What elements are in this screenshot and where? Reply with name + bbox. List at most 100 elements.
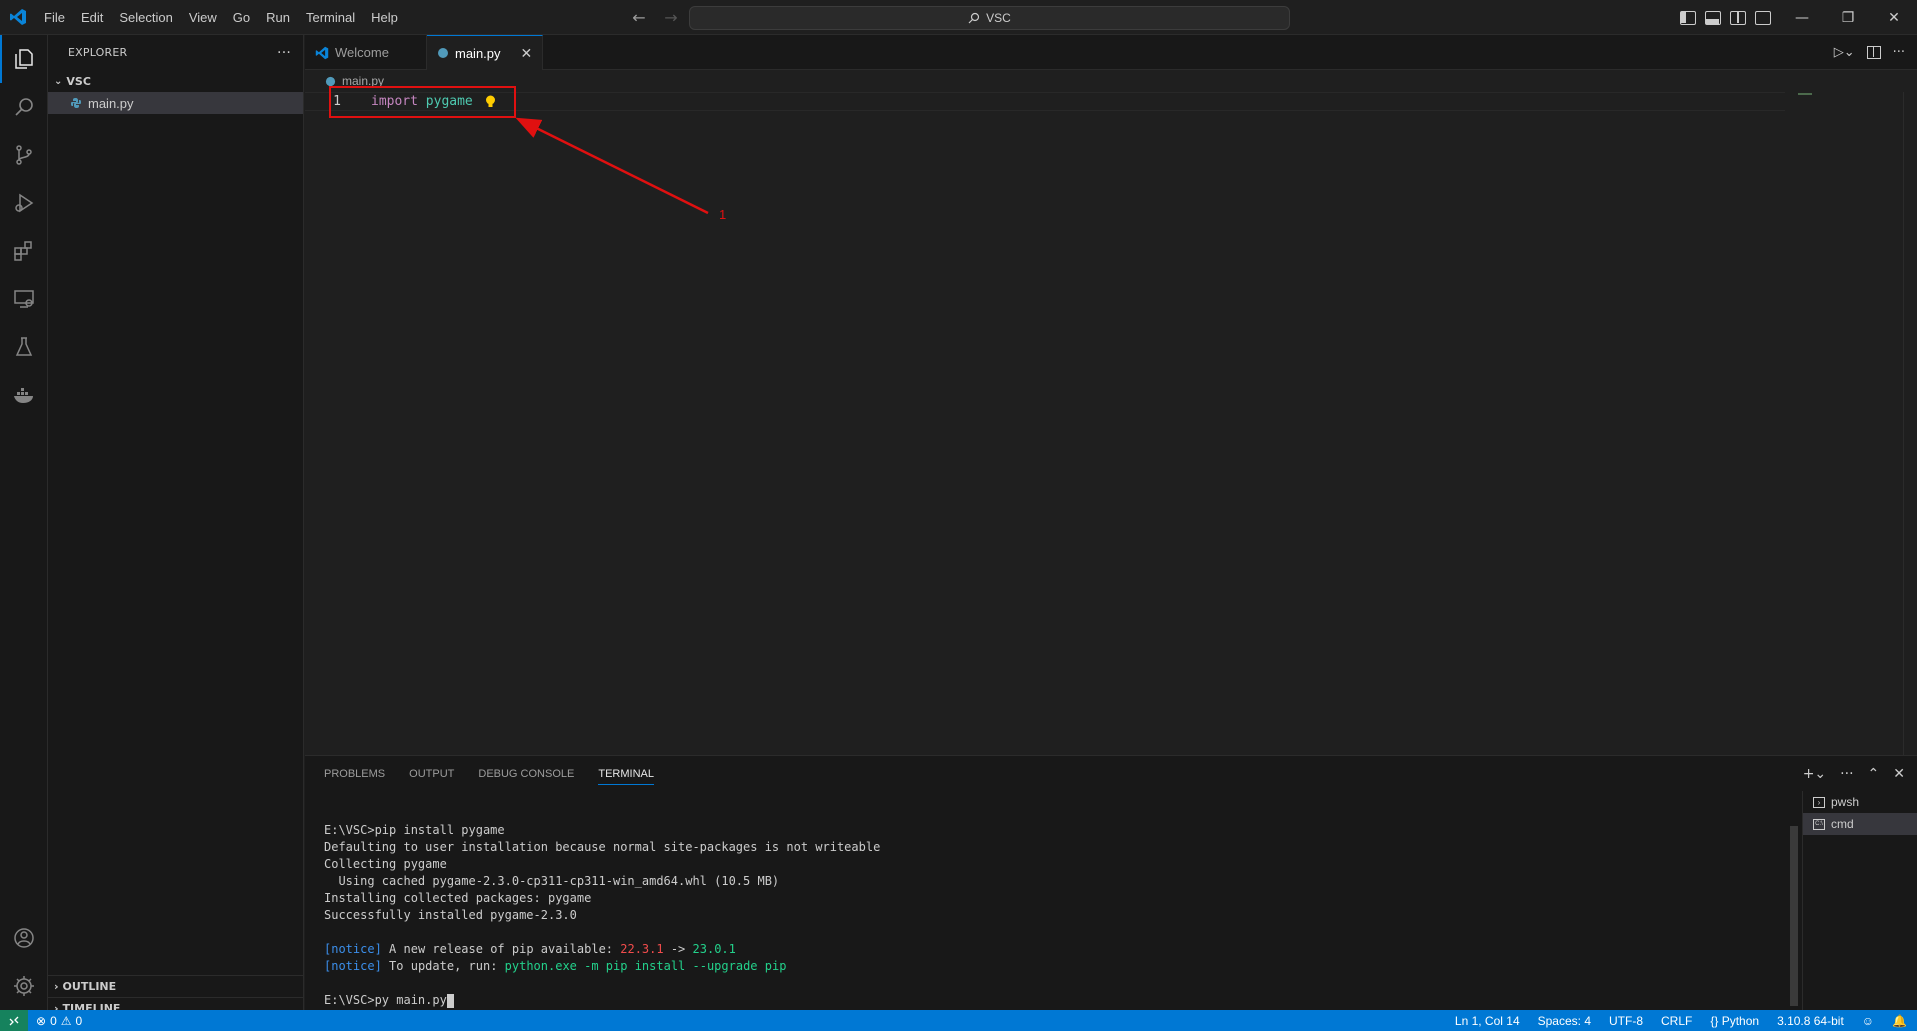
accounts-icon[interactable] [0,914,48,962]
tab-welcome[interactable]: Welcome [305,35,427,70]
panel-actions: +⌄ ··· ⌃ ✕ [1803,756,1905,791]
layout-controls [1680,0,1771,35]
toggle-secondary-sidebar-icon[interactable] [1730,10,1746,25]
vscode-logo-icon [0,0,36,35]
command-center-label: VSC [986,11,1011,25]
menu-view[interactable]: View [181,0,225,35]
cursor-position[interactable]: Ln 1, Col 14 [1455,1014,1520,1028]
folder-label: VSC [66,74,91,88]
terminal-item-cmd[interactable]: C:\ cmd [1803,813,1917,835]
window-controls: — ❐ ✕ [1779,0,1917,35]
terminal-output[interactable]: E:\VSC>pip install pygame Defaulting to u… [324,822,1784,1009]
code-line[interactable]: 1 import pygame [305,92,1785,111]
menu-run[interactable]: Run [258,0,298,35]
warning-icon: ⚠ [60,1013,72,1028]
remote-explorer-icon[interactable] [0,275,48,323]
customize-layout-icon[interactable] [1755,10,1771,25]
terminal-prompt-line[interactable]: E:\VSC>py main.py [324,992,1784,1009]
status-bar: ⊗ 0 ⚠ 0 Ln 1, Col 14 Spaces: 4 UTF-8 CRL… [0,1010,1917,1031]
error-count: 0 [50,1013,57,1028]
terminal-line: Collecting pygame [324,857,447,871]
file-item-main-py[interactable]: main.py [48,92,303,114]
minimap-marker [1798,93,1812,95]
editor-scrollbar[interactable] [1903,92,1917,755]
source-control-icon[interactable] [0,131,48,179]
manage-gear-icon[interactable] [0,962,48,1010]
chevron-down-icon: ⌄ [54,75,63,87]
minimize-icon[interactable]: — [1779,0,1825,35]
tab-output[interactable]: OUTPUT [409,768,454,780]
editor-tabs: Welcome main.py ✕ ▷⌄ ··· [305,35,1917,70]
terminal-item-pwsh[interactable]: › pwsh [1803,791,1917,813]
menu-terminal[interactable]: Terminal [298,0,363,35]
folder-vsc[interactable]: ⌄ VSC [48,70,303,92]
run-python-file-icon[interactable]: ▷⌄ [1834,45,1855,60]
new-terminal-icon[interactable]: +⌄ [1803,766,1826,782]
search-icon [968,12,980,24]
problems-status[interactable]: ⊗ 0 ⚠ 0 [28,1014,82,1028]
restore-icon[interactable]: ❐ [1825,0,1871,35]
testing-icon[interactable] [0,323,48,371]
docker-icon[interactable] [0,371,48,419]
end-of-line[interactable]: CRLF [1661,1014,1692,1028]
more-actions-icon[interactable]: ··· [277,45,291,61]
tab-terminal[interactable]: TERMINAL [598,768,654,785]
explorer-icon[interactable] [0,35,48,83]
notifications-bell-icon[interactable]: 🔔 [1892,1014,1907,1028]
navigation-arrows: ← → [628,0,682,35]
menu-edit[interactable]: Edit [73,0,111,35]
close-panel-icon[interactable]: ✕ [1893,766,1905,782]
explorer-sidebar: EXPLORER ··· ⌄ VSC main.py › OUTLINE › T… [48,35,304,1015]
python-interpreter[interactable]: 3.10.8 64-bit [1777,1014,1844,1028]
python-file-icon [71,98,81,108]
feedback-icon[interactable]: ☺ [1862,1014,1874,1028]
terminal-line: Installing collected packages: pygame [324,891,592,905]
back-arrow-icon[interactable]: ← [628,8,650,27]
split-editor-icon[interactable] [1866,46,1881,59]
terminal-line: Defaulting to user installation because … [324,840,881,854]
more-actions-icon[interactable]: ··· [1840,766,1853,782]
remote-indicator-icon[interactable] [0,1010,28,1031]
error-icon: ⊗ [36,1013,47,1028]
annotation-label-1: 1 [719,207,727,222]
close-icon[interactable]: ✕ [521,45,533,62]
menu-help[interactable]: Help [363,0,406,35]
more-actions-icon[interactable]: ··· [1893,45,1905,60]
activity-bar [0,35,48,1010]
outline-section[interactable]: › OUTLINE [48,975,304,997]
terminal-notice-line: [notice] A new release of pip available:… [324,942,736,956]
tab-debug-console[interactable]: DEBUG CONSOLE [478,768,574,780]
breadcrumb[interactable]: main.py [305,70,1917,92]
bottom-panel: PROBLEMS OUTPUT DEBUG CONSOLE TERMINAL +… [305,755,1917,1011]
panel-tabs: PROBLEMS OUTPUT DEBUG CONSOLE TERMINAL [305,756,654,791]
close-window-icon[interactable]: ✕ [1871,0,1917,35]
outline-label: OUTLINE [62,980,117,993]
terminal-notice-line: [notice] To update, run: python.exe -m p… [324,959,787,973]
forward-arrow-icon[interactable]: → [660,8,682,27]
title-bar: File Edit Selection View Go Run Terminal… [0,0,1917,35]
encoding[interactable]: UTF-8 [1609,1014,1643,1028]
code-editor[interactable]: 1 import pygame [305,92,1917,755]
run-debug-icon[interactable] [0,179,48,227]
status-right: Ln 1, Col 14 Spaces: 4 UTF-8 CRLF {} Pyt… [1455,1010,1907,1031]
menu-go[interactable]: Go [225,0,258,35]
indentation[interactable]: Spaces: 4 [1538,1014,1591,1028]
tab-problems[interactable]: PROBLEMS [324,768,385,780]
maximize-panel-icon[interactable]: ⌃ [1868,766,1880,782]
command-center-search[interactable]: VSC [689,6,1290,30]
terminal-icon: › [1813,796,1825,808]
terminal-scrollbar[interactable] [1790,826,1798,1006]
menu-file[interactable]: File [36,0,73,35]
menu-selection[interactable]: Selection [111,0,180,35]
toggle-primary-sidebar-icon[interactable] [1680,10,1696,25]
toggle-panel-icon[interactable] [1705,10,1721,25]
search-icon[interactable] [0,83,48,131]
extensions-icon[interactable] [0,227,48,275]
warning-count: 0 [75,1013,83,1028]
language-mode[interactable]: {} Python [1710,1014,1759,1028]
editor-actions: ▷⌄ ··· [1834,35,1917,70]
tab-main-py[interactable]: main.py ✕ [427,35,544,70]
tab-label: main.py [455,45,501,61]
python-file-icon [438,48,448,58]
tab-label: Welcome [335,45,389,60]
